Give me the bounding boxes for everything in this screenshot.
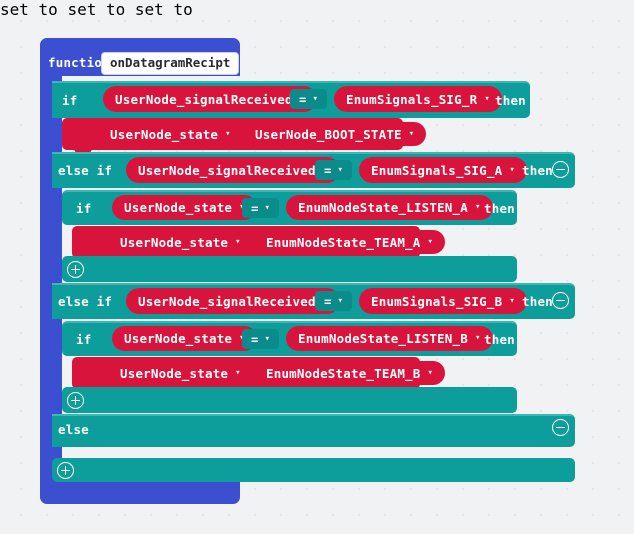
else-if-1-right-operand-label: EnumSignals_SIG_A — [371, 162, 503, 178]
chevron-down-icon: ▾ — [264, 203, 270, 213]
if-1-then-keyword: then — [495, 93, 526, 108]
chevron-down-icon: ▾ — [509, 164, 515, 175]
nested-if-1-keyword: if — [76, 201, 92, 216]
chevron-down-icon: ▾ — [225, 128, 231, 139]
set-2-keyword: set — [67, 0, 97, 19]
nested-if-1-then-keyword: then — [484, 201, 515, 216]
if-1-operator-label: = — [299, 91, 307, 107]
nested-if-2-left-operand-label: UserNode_state — [124, 331, 233, 346]
nested-if-1-right-operand-label: EnumNodeState_LISTEN_A — [298, 200, 468, 215]
chevron-down-icon: ▾ — [408, 128, 415, 139]
set-3-variable-dropdown[interactable]: UserNode_state ▾ — [108, 361, 253, 385]
if-1-right-operand-dropdown[interactable]: EnumSignals_SIG_R ▾ — [334, 86, 502, 112]
else-clause-row[interactable] — [52, 414, 575, 447]
else-if-1-right-operand-dropdown[interactable]: EnumSignals_SIG_A ▾ — [359, 157, 527, 183]
set-3-to-keyword: to — [173, 0, 193, 19]
set-3-keyword: set — [134, 0, 164, 19]
else-if-1-keyword: else if — [58, 163, 113, 178]
set-3-value-dropdown[interactable]: EnumNodeState_TEAM_B ▾ — [254, 361, 446, 385]
else-if-1-operator-dropdown[interactable]: = ▾ — [315, 160, 352, 180]
chevron-down-icon: ▾ — [509, 295, 515, 306]
else-if-1-left-operand-dropdown[interactable]: UserNode_signalReceived ▾ — [126, 157, 341, 183]
nested-if-1-operator-dropdown[interactable]: = ▾ — [242, 198, 279, 218]
else-if-1-operator-label: = — [324, 162, 332, 178]
nested-if-2-left-operand-dropdown[interactable]: UserNode_state ▾ — [112, 326, 257, 351]
nested-if-1-left-operand-dropdown[interactable]: UserNode_state ▾ — [112, 195, 257, 220]
nested-if-1-left-operand-label: UserNode_state — [124, 200, 233, 215]
if-1-keyword: if — [62, 93, 78, 108]
if-1-left-operand-label: UserNode_signalReceived — [115, 91, 293, 107]
set-1-to-keyword: to — [38, 0, 58, 19]
else-if-2-keyword: else if — [58, 294, 113, 309]
plus-circle-icon-nested-if-2[interactable] — [67, 392, 84, 409]
plus-circle-icon-outer-if[interactable] — [57, 462, 74, 479]
chevron-down-icon: ▾ — [235, 236, 241, 247]
chevron-down-icon: ▾ — [474, 202, 481, 212]
set-2-value-dropdown[interactable]: EnumNodeState_TEAM_A ▾ — [254, 230, 446, 254]
chevron-down-icon: ▾ — [427, 367, 434, 378]
nested-if-2-operator-label: = — [251, 331, 259, 347]
chevron-down-icon: ▾ — [474, 333, 481, 343]
else-if-2-then-keyword: then — [522, 294, 553, 309]
nested-if-2-right-operand-dropdown[interactable]: EnumNodeState_LISTEN_B ▾ — [286, 326, 493, 351]
else-if-2-left-operand-label: UserNode_signalReceived — [138, 293, 316, 309]
minus-circle-icon-else-if-2[interactable] — [552, 292, 569, 309]
set-1-value-dropdown[interactable]: UserNode_BOOT_STATE ▾ — [243, 122, 427, 146]
nested-if-2-operator-dropdown[interactable]: = ▾ — [242, 329, 279, 349]
else-if-1-left-operand-label: UserNode_signalReceived — [138, 162, 316, 178]
nested-if-1-operator-label: = — [251, 200, 259, 216]
blockly-workspace[interactable]: function onDatagramRecipt if UserNode_si… — [0, 0, 634, 534]
else-if-2-operator-dropdown[interactable]: = ▾ — [315, 291, 352, 311]
minus-circle-icon-else-clause[interactable] — [552, 419, 569, 436]
set-1-variable-dropdown[interactable]: UserNode_state ▾ — [98, 122, 243, 146]
set-1-variable-label: UserNode_state — [110, 126, 219, 142]
set-2-to-keyword: to — [106, 0, 126, 19]
set-3-variable-label: UserNode_state — [120, 365, 229, 381]
if-1-right-operand-label: EnumSignals_SIG_R — [346, 91, 478, 107]
nested-if-2-footer[interactable] — [62, 387, 517, 413]
set-2-variable-label: UserNode_state — [120, 234, 229, 250]
chevron-down-icon: ▾ — [427, 236, 434, 247]
else-if-2-right-operand-label: EnumSignals_SIG_B — [371, 293, 503, 309]
plus-circle-icon-nested-if-1[interactable] — [67, 261, 84, 278]
else-if-1-then-keyword: then — [522, 163, 553, 178]
chevron-down-icon: ▾ — [484, 93, 490, 104]
if-1-operator-dropdown[interactable]: = ▾ — [290, 89, 327, 109]
chevron-down-icon: ▾ — [337, 165, 343, 175]
chevron-down-icon: ▾ — [312, 94, 318, 104]
nested-if-2-keyword: if — [76, 332, 92, 347]
set-3-value-label: EnumNodeState_TEAM_B — [266, 365, 421, 381]
function-name-input[interactable]: onDatagramRecipt — [101, 52, 240, 75]
nested-if-2-right-operand-label: EnumNodeState_LISTEN_B — [298, 331, 468, 346]
else-if-2-left-operand-dropdown[interactable]: UserNode_signalReceived ▾ — [126, 288, 341, 314]
set-2-value-label: EnumNodeState_TEAM_A — [266, 234, 421, 250]
else-if-2-operator-label: = — [324, 293, 332, 309]
else-if-2-right-operand-dropdown[interactable]: EnumSignals_SIG_B ▾ — [359, 288, 527, 314]
minus-circle-icon-else-if-1[interactable] — [552, 161, 569, 178]
nested-if-1-right-operand-dropdown[interactable]: EnumNodeState_LISTEN_A ▾ — [286, 195, 493, 220]
chevron-down-icon: ▾ — [264, 334, 270, 344]
set-1-keyword: set — [0, 0, 29, 19]
set-2-variable-dropdown[interactable]: UserNode_state ▾ — [108, 230, 253, 254]
if-1-left-operand-dropdown[interactable]: UserNode_signalReceived ▾ — [103, 86, 318, 112]
nested-if-2-then-keyword: then — [484, 332, 515, 347]
nested-if-1-footer[interactable] — [62, 256, 517, 282]
chevron-down-icon: ▾ — [235, 367, 241, 378]
set-1-value-label: UserNode_BOOT_STATE — [255, 126, 402, 142]
else-clause-keyword: else — [58, 422, 89, 437]
if-block-footer[interactable] — [52, 458, 575, 482]
chevron-down-icon: ▾ — [337, 296, 343, 306]
